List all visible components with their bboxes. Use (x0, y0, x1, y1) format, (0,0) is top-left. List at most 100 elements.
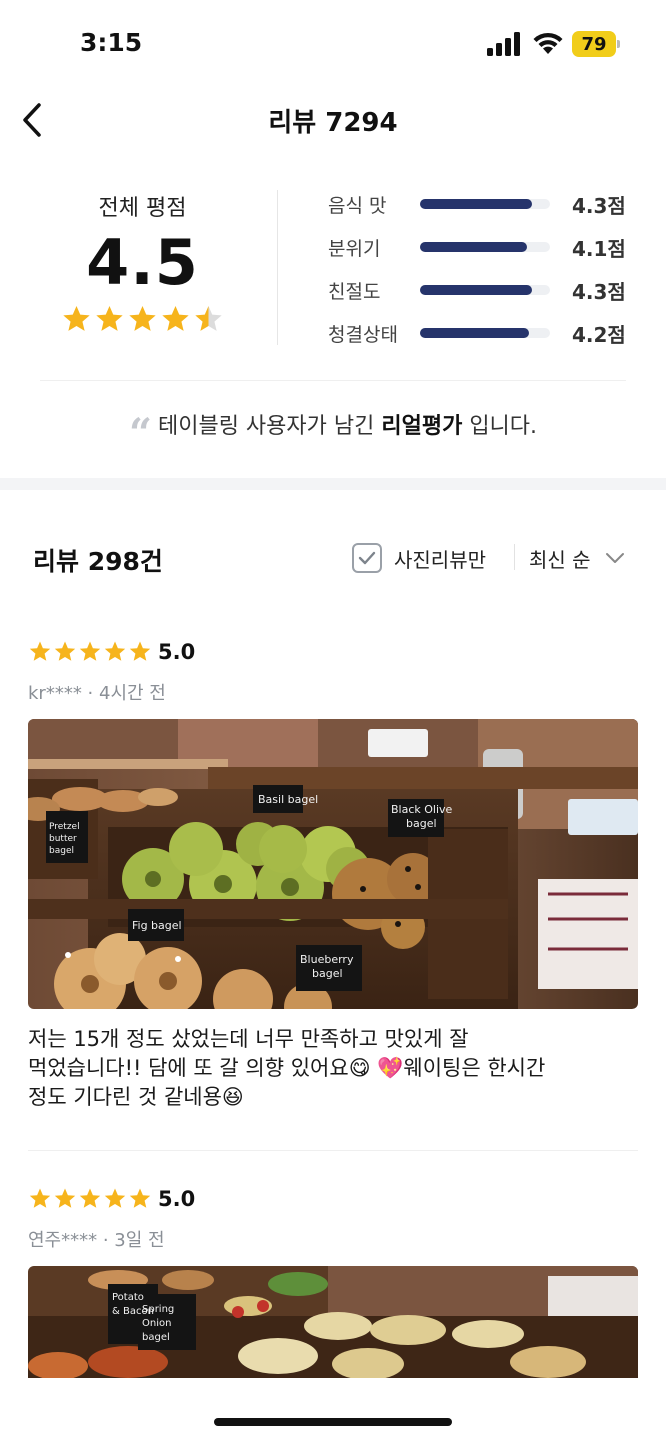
review-text-line: 먹었습니다!! 담에 또 갈 의향 있어요😋 💖웨이팅은 한시간 (28, 1056, 546, 1080)
star-icon (96, 305, 123, 331)
nav-header: 리뷰 7294 (0, 90, 666, 150)
metric-bar-track (420, 285, 550, 295)
photo-review-filter[interactable]: 사진리뷰만 (352, 542, 486, 574)
review-text: 저는 15개 정도 샀었는데 너무 만족하고 맛있게 잘 먹었습니다!! 담에 … (28, 1025, 638, 1112)
overall-star-rating (40, 304, 245, 335)
star-icon (162, 305, 189, 331)
sort-label: 최신 순 (529, 547, 591, 572)
overall-rating-label: 전체 평점 (98, 196, 187, 221)
rating-summary: 전체 평점 4.5 음식 맛 4.3점 분위기 4.1점 친절도 4.3점 청결상태 4.2점 (0, 175, 666, 375)
review-card[interactable]: 5.0 kr**** · 4시간 전 Basil bagel Black Oli… (28, 637, 638, 1112)
review-stars (28, 1187, 152, 1211)
sign-basil: Basil bagel (258, 793, 318, 806)
star-icon (79, 641, 101, 661)
review-divider (28, 1150, 638, 1151)
star-icon (104, 1188, 126, 1208)
review-stars (28, 640, 152, 664)
review-text-line: 저는 15개 정도 샀었는데 너무 만족하고 맛있게 잘 (28, 1027, 469, 1051)
real-review-notice: “테이블링 사용자가 남긴 리얼평가 입니다. (0, 408, 666, 457)
notice-prefix: 테이블링 사용자가 남긴 (157, 414, 382, 439)
star-icon (54, 641, 76, 661)
metric-label: 분위기 (328, 238, 381, 260)
home-indicator[interactable] (214, 1418, 452, 1426)
sign-spring-2: Onion (142, 1318, 171, 1329)
sign-pretzel-3: bagel (49, 846, 74, 856)
sign-pretzel: Pretzel (49, 822, 80, 832)
metric-label: 친절도 (328, 281, 381, 303)
sign-potato: Potato (112, 1292, 144, 1303)
metric-bar-track (420, 328, 550, 338)
section-divider (40, 380, 626, 381)
quote-icon: “ (128, 410, 152, 457)
review-list-header: 리뷰 298건 사진리뷰만 최신 순 (0, 530, 666, 586)
review-meta: kr**** · 4시간 전 (28, 683, 166, 704)
review-score: 5.0 (158, 1187, 196, 1211)
summary-divider (277, 190, 278, 345)
sign-spring: Spring (142, 1304, 174, 1315)
metric-bar-fill (420, 328, 530, 338)
metric-bar-fill (420, 285, 532, 295)
sort-dropdown[interactable]: 최신 순 (529, 542, 625, 574)
rating-metrics: 음식 맛 4.3점 분위기 4.1점 친절도 4.3점 청결상태 4.2점 (328, 189, 628, 361)
star-icon (129, 1188, 151, 1208)
notice-emphasis: 리얼평가 (381, 414, 463, 439)
sign-pretzel-2: butter (49, 834, 77, 844)
review-text-line: 정도 기다린 것 같네용😆 (28, 1085, 244, 1109)
sign-black-olive: Black Olive (391, 803, 453, 816)
sign-blueberry: Blueberry (300, 953, 354, 966)
star-icon (129, 641, 151, 661)
cellular-signal-icon (487, 32, 520, 56)
metric-bar-fill (420, 199, 532, 209)
review-count: 리뷰 298건 (33, 547, 163, 576)
star-icon (54, 1188, 76, 1208)
rating-metric: 청결상태 4.2점 (328, 318, 628, 361)
metric-value: 4.1점 (572, 237, 626, 261)
star-icon (104, 641, 126, 661)
status-bar: 3:15 79 (0, 0, 666, 90)
metric-bar-fill (420, 242, 527, 252)
review-rating: 5.0 (28, 1184, 638, 1214)
page-title: 리뷰 7294 (268, 108, 398, 138)
review-photo[interactable]: Potato & Bacon Spring Onion bagel (28, 1266, 638, 1378)
sign-spring-3: bagel (142, 1332, 170, 1343)
star-icon (63, 305, 90, 331)
star-icon (29, 641, 51, 661)
status-time: 3:15 (80, 28, 143, 57)
chevron-down-icon (605, 553, 624, 563)
star-icon (129, 305, 156, 331)
metric-value: 4.3점 (572, 194, 626, 218)
photo-review-label: 사진리뷰만 (394, 547, 486, 572)
review-rating: 5.0 (28, 637, 638, 667)
metric-label: 음식 맛 (328, 195, 387, 217)
review-score: 5.0 (158, 640, 196, 664)
wifi-icon (533, 32, 563, 54)
overall-rating-score: 4.5 (86, 226, 199, 299)
metric-bar-track (420, 242, 550, 252)
metric-bar-track (420, 199, 550, 209)
star-icon (79, 1188, 101, 1208)
star-icon (195, 305, 222, 331)
filter-separator (514, 544, 515, 570)
battery-cap (617, 40, 620, 48)
photo-review-checkbox[interactable] (352, 543, 382, 573)
star-icon (29, 1188, 51, 1208)
bagel-sandwich-photo: Potato & Bacon Spring Onion bagel (28, 1266, 638, 1378)
overall-rating: 전체 평점 4.5 (40, 175, 245, 335)
notice-suffix: 입니다. (462, 414, 538, 439)
sign-fig: Fig bagel (132, 919, 182, 932)
battery-level: 79 (572, 31, 616, 57)
review-card[interactable]: 5.0 연주**** · 3일 전 Potato & Bacon Spring … (28, 1184, 638, 1378)
metric-value: 4.2점 (572, 323, 626, 347)
bagel-display-photo: Basil bagel Black Olive bagel Fig bagel … (28, 719, 638, 1009)
review-meta: 연주**** · 3일 전 (28, 1230, 165, 1251)
battery-indicator: 79 (572, 31, 620, 57)
rating-metric: 분위기 4.1점 (328, 232, 628, 275)
metric-value: 4.3점 (572, 280, 626, 304)
review-photo[interactable]: Basil bagel Black Olive bagel Fig bagel … (28, 719, 638, 1009)
metric-label: 청결상태 (328, 324, 398, 346)
check-icon (358, 551, 376, 565)
rating-metric: 친절도 4.3점 (328, 275, 628, 318)
rating-metric: 음식 맛 4.3점 (328, 189, 628, 232)
section-gap (0, 478, 666, 490)
sign-blueberry-2: bagel (312, 967, 343, 980)
